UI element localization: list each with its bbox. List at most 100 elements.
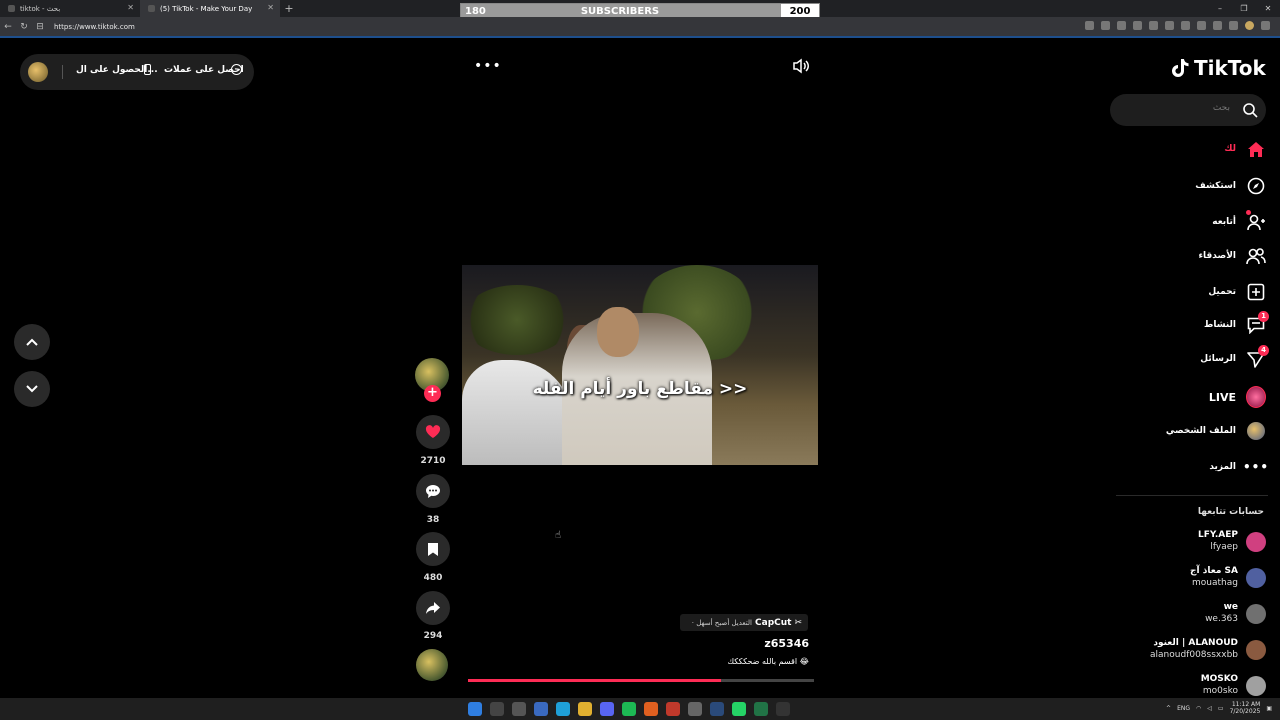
windows-taskbar: ^ ENG ◠ ◁ ▭ 11:12 AM 7/20/2025 ▣ bbox=[0, 698, 1280, 720]
store-icon[interactable] bbox=[534, 702, 548, 716]
share-button[interactable] bbox=[416, 591, 450, 625]
edge-icon[interactable] bbox=[556, 702, 570, 716]
following-account[interactable]: العنود | ALANOUD alanoudf008ssxxbb bbox=[1112, 636, 1266, 666]
search-input[interactable]: بحث bbox=[1213, 103, 1230, 113]
start-icon[interactable] bbox=[468, 702, 482, 716]
reload-icon[interactable]: ↻ bbox=[16, 22, 32, 32]
search-box[interactable]: بحث bbox=[1110, 94, 1266, 126]
address-bar: ← ↻ ⊟ https://www.tiktok.com bbox=[0, 17, 1280, 36]
sidebar-item-friends[interactable]: الأصدقاء bbox=[1142, 244, 1266, 268]
speaker-icon[interactable]: ◁ bbox=[1207, 705, 1212, 712]
video-frame-head bbox=[597, 307, 639, 357]
sidebar-item-following[interactable]: أتابعه bbox=[1142, 210, 1266, 234]
browser-tab-search[interactable]: tiktok - بحث ✕ bbox=[0, 0, 140, 17]
minimize-icon[interactable]: – bbox=[1208, 0, 1232, 17]
back-icon[interactable]: ← bbox=[0, 22, 16, 32]
task-view-icon[interactable] bbox=[512, 702, 526, 716]
sidebar-item-for-you[interactable]: لك bbox=[1142, 137, 1266, 161]
share-count: 294 bbox=[423, 631, 443, 641]
app-icon[interactable] bbox=[644, 702, 658, 716]
file-explorer-icon[interactable] bbox=[578, 702, 592, 716]
steam-icon[interactable] bbox=[710, 702, 724, 716]
user-avatar[interactable] bbox=[28, 62, 48, 82]
menu-icon[interactable] bbox=[1261, 21, 1270, 30]
spotify-icon[interactable] bbox=[622, 702, 636, 716]
music-disc[interactable] bbox=[416, 649, 448, 681]
account-handle: we.363 bbox=[1205, 614, 1238, 624]
tab-close-icon[interactable]: ✕ bbox=[267, 3, 274, 12]
following-account[interactable]: LFY.AEP lfyaep bbox=[1112, 528, 1266, 558]
extension-icon[interactable] bbox=[1117, 21, 1126, 30]
tab-favicon-icon bbox=[148, 5, 155, 12]
chevron-up-icon[interactable]: ^ bbox=[1166, 705, 1171, 712]
like-count: 2710 bbox=[420, 456, 446, 466]
video-player[interactable]: مقاطع باور أيام الفله >> bbox=[462, 265, 818, 465]
notification-icon[interactable]: ▣ bbox=[1266, 705, 1272, 712]
search-icon[interactable] bbox=[490, 702, 504, 716]
discord-icon[interactable] bbox=[600, 702, 614, 716]
sidebar-item-upload[interactable]: تحميل bbox=[1142, 280, 1266, 304]
video-author[interactable]: z65346 bbox=[642, 637, 809, 650]
volume-icon[interactable] bbox=[792, 58, 810, 78]
following-account[interactable]: معاذ آج SA mouathag bbox=[1112, 564, 1266, 594]
video-caption: مقاطع باور أيام الفله >> bbox=[532, 379, 748, 399]
battery-icon[interactable]: ▭ bbox=[1218, 705, 1224, 712]
obs-icon[interactable] bbox=[688, 702, 702, 716]
browser-extensions bbox=[1085, 21, 1270, 30]
sidebar-item-more[interactable]: المزيد ••• bbox=[1142, 455, 1268, 479]
excel-icon[interactable] bbox=[754, 702, 768, 716]
extension-icon[interactable] bbox=[1197, 21, 1206, 30]
activity-badge: 1 bbox=[1258, 311, 1269, 322]
new-tab-icon[interactable]: + bbox=[280, 2, 298, 15]
url-field[interactable]: https://www.tiktok.com bbox=[54, 23, 135, 31]
input-language[interactable]: ENG bbox=[1177, 705, 1190, 712]
extension-icon[interactable] bbox=[1133, 21, 1142, 30]
tiktok-logo[interactable]: TikTok bbox=[1172, 56, 1266, 80]
maximize-icon[interactable]: ❐ bbox=[1232, 0, 1256, 17]
extension-icon[interactable] bbox=[1101, 21, 1110, 30]
app-icon[interactable] bbox=[776, 702, 790, 716]
tab-favicon-icon bbox=[8, 5, 15, 12]
follow-button[interactable]: + bbox=[424, 385, 441, 402]
friends-icon bbox=[1246, 246, 1266, 266]
whatsapp-icon[interactable] bbox=[732, 702, 746, 716]
account-handle: mo0sko bbox=[1202, 686, 1238, 696]
account-avatar bbox=[1246, 532, 1266, 552]
extension-icon[interactable] bbox=[1213, 21, 1222, 30]
tab-close-icon[interactable]: ✕ bbox=[127, 3, 134, 12]
app-icon[interactable] bbox=[666, 702, 680, 716]
site-info-icon[interactable]: ⊟ bbox=[32, 22, 48, 32]
next-video-button[interactable] bbox=[14, 371, 50, 407]
sidebar-item-messages[interactable]: الرسائل 4 bbox=[1142, 345, 1269, 371]
sidebar-item-activity[interactable]: النشاط 1 bbox=[1142, 311, 1269, 337]
following-account[interactable]: we we.363 bbox=[1112, 600, 1266, 630]
sidebar-item-profile[interactable]: الملف الشخصي bbox=[1142, 419, 1266, 443]
extension-icon[interactable] bbox=[1149, 21, 1158, 30]
sidebar-item-label: أتابعه bbox=[1212, 217, 1236, 227]
extension-icon[interactable] bbox=[1165, 21, 1174, 30]
extension-icon[interactable] bbox=[1181, 21, 1190, 30]
like-button[interactable] bbox=[416, 415, 450, 449]
window-close-icon[interactable]: ✕ bbox=[1256, 0, 1280, 17]
previous-video-button[interactable] bbox=[14, 324, 50, 360]
sidebar-item-live[interactable]: LIVE bbox=[1142, 385, 1266, 409]
extension-icon[interactable] bbox=[1229, 21, 1238, 30]
comment-button[interactable] bbox=[416, 474, 450, 508]
wifi-icon[interactable]: ◠ bbox=[1196, 705, 1201, 712]
sidebar-item-label: النشاط bbox=[1203, 320, 1236, 330]
sidebar-item-label: الرسائل bbox=[1200, 354, 1236, 364]
save-button[interactable] bbox=[416, 532, 450, 566]
capcut-badge[interactable]: · التعديل أصبح أسهل CapCut ✂ bbox=[680, 614, 808, 631]
extension-icon[interactable] bbox=[1085, 21, 1094, 30]
sidebar-item-explore[interactable]: استكشف bbox=[1142, 174, 1266, 198]
messages-icon: 4 bbox=[1246, 345, 1269, 369]
browser-tab-tiktok[interactable]: (5) TikTok - Make Your Day ✕ bbox=[140, 0, 280, 17]
search-icon[interactable] bbox=[1242, 102, 1258, 118]
clock[interactable]: 11:12 AM 7/20/2025 bbox=[1230, 701, 1261, 715]
video-progress-bar[interactable] bbox=[468, 679, 814, 682]
tiktok-page: الحصول على ال... احصل على عملات ••• مقاط… bbox=[2, 38, 1278, 698]
more-options-button[interactable]: ••• bbox=[474, 58, 502, 74]
profile-avatar-icon[interactable] bbox=[1245, 21, 1254, 30]
account-handle: alanoudf008ssxxbb bbox=[1150, 650, 1238, 660]
sidebar-item-label: لك bbox=[1224, 144, 1236, 154]
